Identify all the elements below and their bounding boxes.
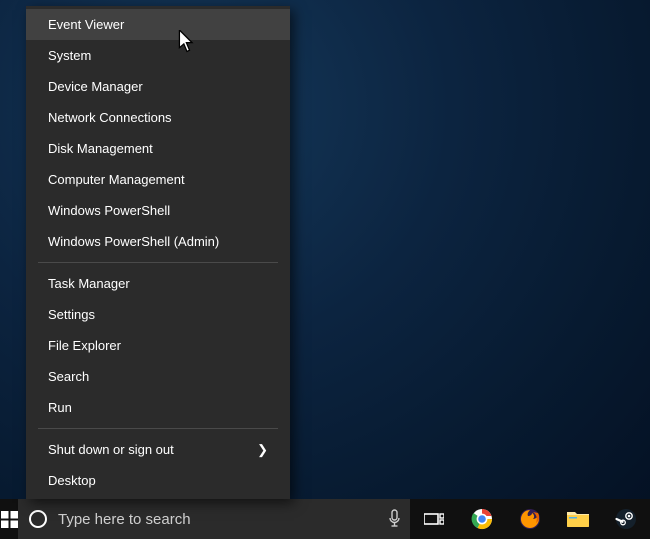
chrome-app[interactable] [458,499,506,539]
cortana-icon [28,509,48,529]
menu-item-label: Windows PowerShell (Admin) [48,234,219,249]
taskbar-pinned-apps [410,499,650,539]
menu-item-windows-powershell-admin[interactable]: Windows PowerShell (Admin) [26,226,290,257]
menu-item-computer-management[interactable]: Computer Management [26,164,290,195]
winx-power-menu[interactable]: Event Viewer System Device Manager Network … [26,6,290,499]
start-button[interactable] [0,499,18,539]
file-explorer-app[interactable] [554,499,602,539]
menu-item-label: Windows PowerShell [48,203,170,218]
desktop: Event Viewer System Device Manager Network … [0,0,650,539]
menu-item-shut-down-or-sign-out[interactable]: Shut down or sign out ❯ [26,434,290,465]
menu-item-label: File Explorer [48,338,121,353]
firefox-icon [519,508,541,530]
firefox-app[interactable] [506,499,554,539]
menu-item-label: Settings [48,307,95,322]
menu-separator [38,262,278,263]
menu-item-file-explorer[interactable]: File Explorer [26,330,290,361]
menu-item-label: Network Connections [48,110,172,125]
file-explorer-icon [566,509,590,529]
chevron-right-icon: ❯ [257,442,268,458]
menu-item-desktop[interactable]: Desktop [26,465,290,496]
menu-item-label: Device Manager [48,79,143,94]
menu-item-device-manager[interactable]: Device Manager [26,71,290,102]
menu-item-run[interactable]: Run [26,392,290,423]
task-view-icon [424,511,444,527]
task-view-button[interactable] [410,499,458,539]
menu-item-windows-powershell[interactable]: Windows PowerShell [26,195,290,226]
steam-icon [615,508,637,530]
taskbar: Type here to search [0,499,650,539]
menu-separator [38,428,278,429]
windows-logo-icon [1,511,18,528]
taskbar-search-box[interactable]: Type here to search [18,499,410,539]
menu-item-settings[interactable]: Settings [26,299,290,330]
menu-item-disk-management[interactable]: Disk Management [26,133,290,164]
menu-item-label: Disk Management [48,141,153,156]
menu-item-label: Computer Management [48,172,185,187]
menu-item-label: Shut down or sign out [48,442,174,457]
microphone-icon[interactable] [387,509,402,529]
menu-item-label: Desktop [48,473,96,488]
menu-item-search[interactable]: Search [26,361,290,392]
menu-item-label: Task Manager [48,276,130,291]
menu-item-system[interactable]: System [26,40,290,71]
search-placeholder: Type here to search [58,511,377,528]
steam-app[interactable] [602,499,650,539]
menu-item-label: Event Viewer [48,17,124,32]
menu-item-label: Run [48,400,72,415]
menu-item-event-viewer[interactable]: Event Viewer [26,9,290,40]
menu-item-label: System [48,48,91,63]
menu-item-network-connections[interactable]: Network Connections [26,102,290,133]
menu-item-label: Search [48,369,89,384]
chrome-icon [471,508,493,530]
menu-item-task-manager[interactable]: Task Manager [26,268,290,299]
